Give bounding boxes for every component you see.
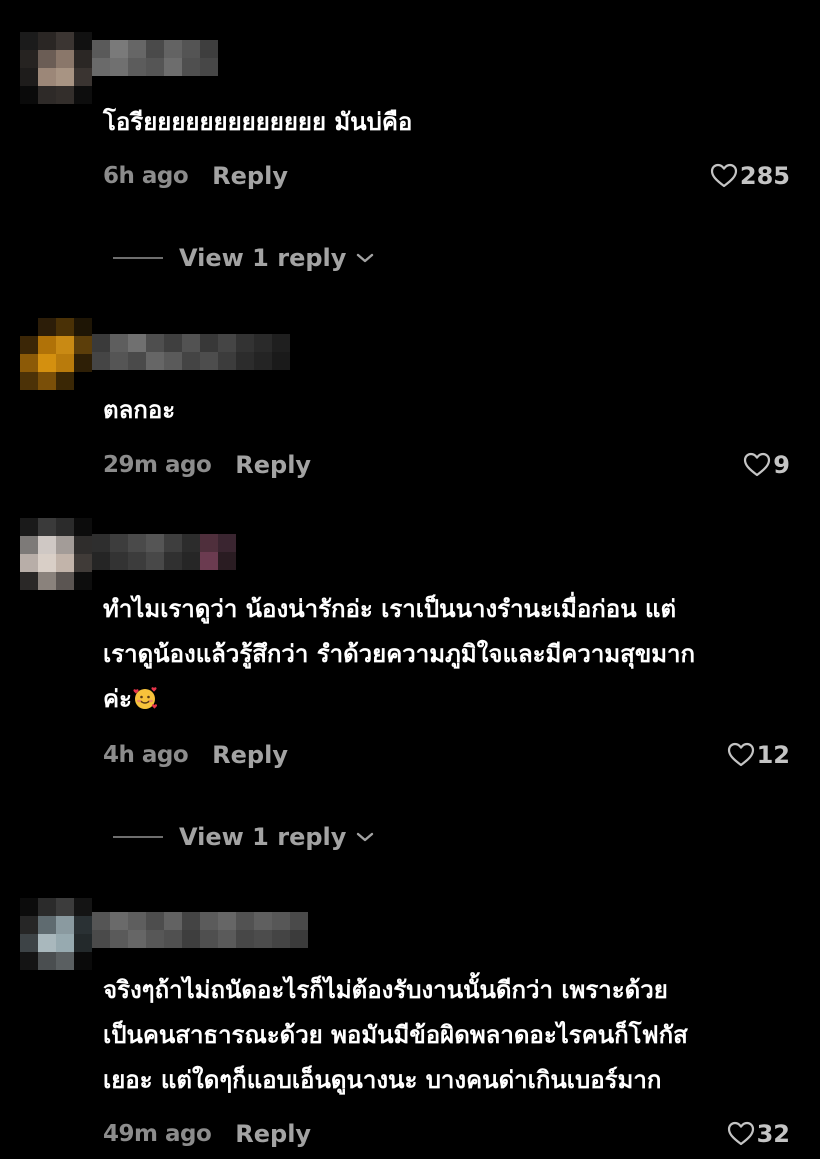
- like-count: 285: [739, 162, 790, 190]
- view-replies-label: View 1 reply: [179, 244, 347, 272]
- divider-line: [113, 836, 163, 838]
- like-button[interactable]: 12: [727, 741, 790, 769]
- comment-text-line: จริงๆถ้าไม่ถนัดอะไรก็ไม่ต้องรับงานนั้นดี…: [103, 976, 668, 1004]
- heart-outline-icon: [710, 163, 737, 188]
- view-replies-button[interactable]: View 1 reply: [113, 820, 374, 854]
- like-count: 32: [756, 1120, 790, 1148]
- comment-text-line: เยอะ แต่ใดๆก็แอบเอ็นดูนางนะ บางคนด่าเกิน…: [103, 1066, 662, 1094]
- comment-text-line: เราดูน้องแล้วรู้สึกว่า รำด้วยความภูมิใจแ…: [103, 640, 696, 668]
- comment-text: ตลกอะ: [103, 396, 176, 424]
- avatar[interactable]: [20, 318, 92, 390]
- comment-meta: 49m ago Reply 32: [103, 1117, 790, 1151]
- comment-meta: 29m ago Reply 9: [103, 448, 790, 482]
- like-button[interactable]: 285: [710, 162, 790, 190]
- comment-text-line: เป็นคนสาธารณะด้วย พอมันมีข้อผิดพลาดอะไรค…: [103, 1021, 688, 1049]
- like-count: 9: [773, 451, 790, 479]
- reply-button[interactable]: Reply: [235, 1120, 311, 1148]
- view-replies-label: View 1 reply: [179, 823, 347, 851]
- view-replies-button[interactable]: View 1 reply: [113, 241, 374, 275]
- smiling-face-with-hearts-emoji: [133, 687, 157, 709]
- username-blurred[interactable]: [92, 40, 218, 76]
- username-blurred[interactable]: [92, 534, 236, 570]
- comment-meta: 6h ago Reply 285: [103, 159, 790, 193]
- reply-button[interactable]: Reply: [212, 162, 288, 190]
- avatar[interactable]: [20, 518, 92, 590]
- heart-outline-icon: [744, 452, 771, 477]
- divider-line: [113, 257, 163, 259]
- like-count: 12: [756, 741, 790, 769]
- comment-time: 29m ago: [103, 452, 212, 478]
- reply-button[interactable]: Reply: [212, 741, 288, 769]
- like-button[interactable]: 32: [727, 1120, 790, 1148]
- comment-time: 4h ago: [103, 742, 189, 768]
- comment-meta: 4h ago Reply 12: [103, 738, 790, 772]
- heart-outline-icon: [727, 1121, 754, 1146]
- avatar[interactable]: [20, 898, 92, 970]
- like-button[interactable]: 9: [743, 451, 790, 479]
- chevron-down-icon: [357, 253, 374, 263]
- avatar[interactable]: [20, 32, 92, 104]
- comment-text: โอรียยยยยยยยยยยยย มันบ่คือ: [103, 108, 413, 136]
- username-blurred[interactable]: [92, 334, 290, 370]
- chevron-down-icon: [357, 832, 374, 842]
- comment-text-line: ทำไมเราดูว่า น้องน่ารักอ่ะ เราเป็นนางรำน…: [103, 595, 677, 623]
- heart-outline-icon: [727, 742, 754, 767]
- comment-text: จริงๆถ้าไม่ถนัดอะไรก็ไม่ต้องรับงานนั้นดี…: [103, 968, 803, 1103]
- username-blurred[interactable]: [92, 912, 308, 948]
- comment-text: ทำไมเราดูว่า น้องน่ารักอ่ะ เราเป็นนางรำน…: [103, 587, 803, 722]
- comment-time: 49m ago: [103, 1121, 212, 1147]
- reply-button[interactable]: Reply: [235, 451, 311, 479]
- comment-text-line: ค่ะ: [103, 685, 132, 713]
- comment-time: 6h ago: [103, 163, 189, 189]
